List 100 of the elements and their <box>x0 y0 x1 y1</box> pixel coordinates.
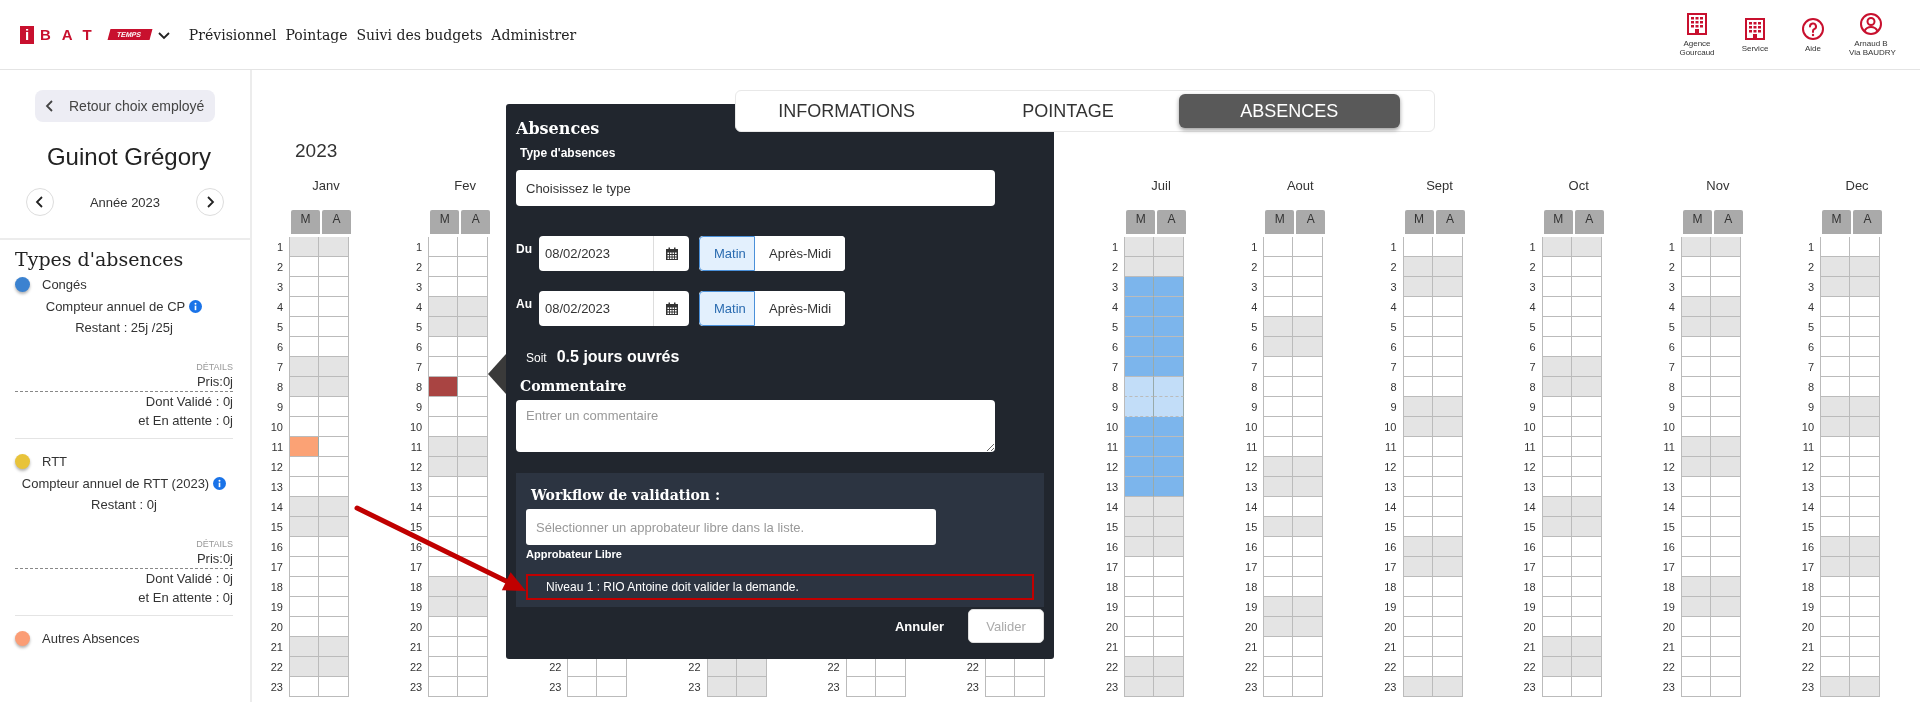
day-cell[interactable] <box>1402 577 1433 597</box>
day-cell[interactable] <box>319 497 349 517</box>
day-cell[interactable] <box>1850 637 1881 657</box>
half-day-option[interactable]: Matin <box>699 291 755 326</box>
day-cell[interactable] <box>428 497 459 517</box>
day-cell[interactable] <box>1571 657 1602 677</box>
day-cell[interactable] <box>1680 517 1711 537</box>
absence-cell[interactable] <box>1124 417 1155 437</box>
absence-cell[interactable] <box>1154 377 1185 397</box>
day-cell[interactable] <box>1402 617 1433 637</box>
day-cell[interactable] <box>1124 657 1155 677</box>
nav-link[interactable]: Suivi des budgets <box>356 26 483 43</box>
toolbar-button[interactable]: Arnaud B Via BAUDRY <box>1842 12 1900 57</box>
day-cell[interactable] <box>458 597 489 617</box>
day-cell[interactable] <box>1571 357 1602 377</box>
day-cell[interactable] <box>1293 437 1324 457</box>
day-cell[interactable] <box>1432 657 1463 677</box>
day-cell[interactable] <box>1541 677 1572 697</box>
day-cell[interactable] <box>428 397 459 417</box>
day-cell[interactable] <box>1850 237 1881 257</box>
absence-cell[interactable] <box>1124 397 1155 417</box>
day-cell[interactable] <box>1571 597 1602 617</box>
day-cell[interactable] <box>1293 557 1324 577</box>
day-cell[interactable] <box>1402 397 1433 417</box>
day-cell[interactable] <box>428 417 459 437</box>
day-cell[interactable] <box>1571 497 1602 517</box>
absence-cell[interactable] <box>1154 277 1185 297</box>
day-cell[interactable] <box>1850 437 1881 457</box>
date-field[interactable]: 08/02/2023 <box>539 236 653 271</box>
day-cell[interactable] <box>845 657 876 677</box>
day-cell[interactable] <box>1571 317 1602 337</box>
day-cell[interactable] <box>1432 357 1463 377</box>
day-cell[interactable] <box>1432 617 1463 637</box>
day-cell[interactable] <box>1820 617 1851 637</box>
day-cell[interactable] <box>1293 537 1324 557</box>
comment-field[interactable]: Entrer un commentaire <box>516 400 995 452</box>
day-cell[interactable] <box>428 317 459 337</box>
day-cell[interactable] <box>1402 357 1433 377</box>
day-cell[interactable] <box>458 517 489 537</box>
day-cell[interactable] <box>1402 537 1433 557</box>
day-cell[interactable] <box>1541 477 1572 497</box>
day-cell[interactable] <box>1710 597 1741 617</box>
day-cell[interactable] <box>1541 537 1572 557</box>
day-cell[interactable] <box>1571 397 1602 417</box>
day-cell[interactable] <box>458 637 489 657</box>
day-cell[interactable] <box>319 257 349 277</box>
day-cell[interactable] <box>289 357 319 377</box>
day-cell[interactable] <box>289 257 319 277</box>
day-cell[interactable] <box>1710 537 1741 557</box>
day-cell[interactable] <box>1541 457 1572 477</box>
day-cell[interactable] <box>1680 237 1711 257</box>
day-cell[interactable] <box>1293 457 1324 477</box>
day-cell[interactable] <box>1402 417 1433 437</box>
day-cell[interactable] <box>1263 337 1294 357</box>
day-cell[interactable] <box>1680 437 1711 457</box>
tab[interactable]: ABSENCES <box>1178 94 1400 128</box>
day-cell[interactable] <box>1541 277 1572 297</box>
day-cell[interactable] <box>1154 497 1185 517</box>
day-cell[interactable] <box>1680 357 1711 377</box>
day-cell[interactable] <box>319 517 349 537</box>
toolbar-button[interactable]: Agence Gourcaud <box>1668 12 1726 57</box>
day-cell[interactable] <box>1820 457 1851 477</box>
day-cell[interactable] <box>1850 457 1881 477</box>
day-cell[interactable] <box>875 677 906 697</box>
day-cell[interactable] <box>736 677 767 697</box>
day-cell[interactable] <box>1571 237 1602 257</box>
day-cell[interactable] <box>1402 297 1433 317</box>
day-cell[interactable] <box>1820 317 1851 337</box>
day-cell[interactable] <box>1571 517 1602 537</box>
day-cell[interactable] <box>1710 237 1741 257</box>
day-cell[interactable] <box>1710 477 1741 497</box>
absence-cell[interactable] <box>1124 297 1155 317</box>
day-cell[interactable] <box>1402 257 1433 277</box>
day-cell[interactable] <box>289 397 319 417</box>
day-cell[interactable] <box>1154 677 1185 697</box>
day-cell[interactable] <box>1710 357 1741 377</box>
day-cell[interactable] <box>1402 517 1433 537</box>
day-cell[interactable] <box>984 657 1015 677</box>
day-cell[interactable] <box>1124 237 1155 257</box>
day-cell[interactable] <box>458 397 489 417</box>
day-cell[interactable] <box>1541 657 1572 677</box>
day-cell[interactable] <box>1293 497 1324 517</box>
day-cell[interactable] <box>1541 637 1572 657</box>
absence-cell[interactable] <box>1154 417 1185 437</box>
day-cell[interactable] <box>428 477 459 497</box>
day-cell[interactable] <box>1680 677 1711 697</box>
day-cell[interactable] <box>1571 677 1602 697</box>
day-cell[interactable] <box>1850 577 1881 597</box>
day-cell[interactable] <box>1293 277 1324 297</box>
day-cell[interactable] <box>1571 477 1602 497</box>
day-cell[interactable] <box>458 497 489 517</box>
day-cell[interactable] <box>1710 277 1741 297</box>
day-cell[interactable] <box>428 257 459 277</box>
day-cell[interactable] <box>1541 257 1572 277</box>
day-cell[interactable] <box>1850 617 1881 637</box>
day-cell[interactable] <box>319 637 349 657</box>
tab[interactable]: INFORMATIONS <box>736 94 958 128</box>
day-cell[interactable] <box>1154 657 1185 677</box>
day-cell[interactable] <box>1680 597 1711 617</box>
calendar-button[interactable] <box>653 291 689 326</box>
